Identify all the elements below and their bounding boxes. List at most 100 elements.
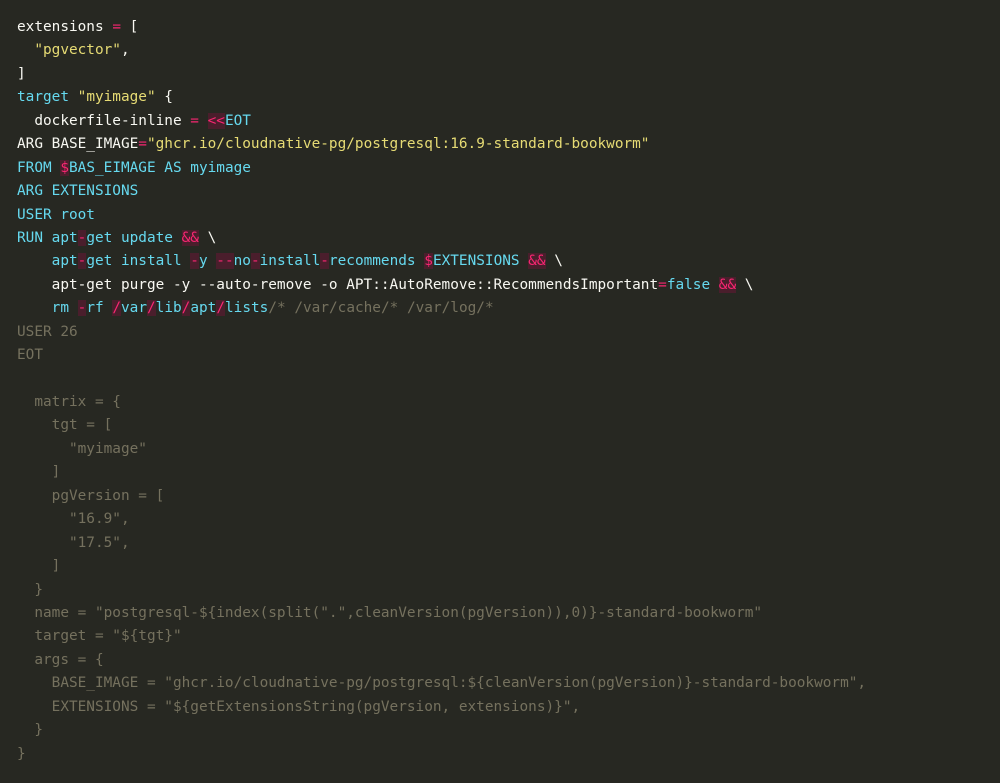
code-token: lists [225, 300, 269, 317]
code-token: rm [17, 300, 78, 317]
code-line: EOT [17, 344, 866, 367]
code-token: = [190, 112, 199, 129]
code-token: -- [216, 253, 234, 270]
code-token: FROM [17, 159, 61, 176]
code-token: RUN apt [17, 229, 78, 246]
code-token: && [181, 229, 199, 246]
code-token: } [17, 745, 26, 762]
code-token: { [155, 89, 173, 106]
code-token: << [207, 112, 225, 129]
code-token: ] [17, 464, 61, 481]
code-token: BAS_EIMAGE AS myimage [69, 159, 251, 176]
code-line: EXTENSIONS = "${getExtensionsString(pgVe… [17, 696, 866, 719]
code-token: rf [86, 300, 113, 317]
code-token: apt [190, 300, 217, 317]
code-token: y [198, 253, 217, 270]
code-token: "myimage" [77, 89, 156, 106]
code-token: \ [545, 253, 563, 270]
code-line: USER root [17, 204, 866, 227]
code-line: name = "postgresql-${index(split(".",cle… [17, 602, 866, 625]
code-line: ] [17, 63, 866, 86]
code-line: matrix = { [17, 391, 866, 414]
code-token: target = "${tgt}" [17, 628, 182, 645]
code-line: RUN apt-get update && \ [17, 227, 866, 250]
code-token: "pgvector" [34, 42, 121, 59]
code-token: - [190, 253, 199, 270]
code-token: = [658, 276, 667, 293]
code-line: } [17, 743, 866, 766]
code-token: - [250, 253, 260, 270]
code-line: tgt = [ [17, 414, 866, 437]
code-line: } [17, 719, 866, 742]
code-token: args = { [17, 651, 104, 668]
code-token: no [233, 253, 251, 270]
code-token: EXTENSIONS = "${getExtensionsString(pgVe… [17, 698, 581, 715]
code-line: FROM $BAS_EIMAGE AS myimage [17, 157, 866, 180]
code-line: pgVersion = [ [17, 485, 866, 508]
code-line: extensions = [ [17, 16, 866, 39]
code-line: BASE_IMAGE = "ghcr.io/cloudnative-pg/pos… [17, 672, 866, 695]
code-token: var [121, 300, 147, 317]
code-token: EOT [17, 347, 43, 364]
code-token: ] [17, 558, 61, 575]
code-token: lib [155, 300, 182, 317]
code-token: false [666, 276, 719, 293]
code-token: / [147, 300, 156, 317]
code-token: } [17, 722, 43, 739]
code-token: / [216, 300, 226, 317]
code-token: = [112, 19, 121, 35]
code-token: /* /var/cache/* /var/log/* [268, 300, 494, 317]
code-token: name = "postgresql-${index(split(".",cle… [17, 604, 763, 621]
code-token: tgt = [ [17, 417, 113, 434]
code-token: dockerfile-inline [17, 112, 191, 129]
code-token: && [718, 276, 737, 293]
code-token: pgVersion = [ [17, 487, 165, 504]
code-line: target = "${tgt}" [17, 625, 866, 648]
code-token: apt [17, 253, 78, 270]
code-line: ARG EXTENSIONS [17, 180, 866, 203]
code-token: EOT [224, 112, 251, 129]
code-line: ARG BASE_IMAGE="ghcr.io/cloudnative-pg/p… [17, 133, 866, 156]
code-line: USER 26 [17, 321, 866, 344]
code-token: && [528, 253, 546, 270]
code-token: \ [736, 276, 754, 293]
code-token: "17.5", [17, 534, 130, 551]
code-line: apt-get install -y --no-install-recommen… [17, 250, 866, 273]
code-token: ] [17, 65, 26, 82]
code-line: ] [17, 555, 866, 578]
code-token: USER root [17, 206, 95, 223]
code-line: args = { [17, 649, 866, 672]
code-line: } [17, 579, 866, 602]
code-token: BASE_IMAGE = "ghcr.io/cloudnative-pg/pos… [17, 675, 867, 692]
code-line: apt-get purge -y --auto-remove -o APT::A… [17, 274, 866, 297]
code-line: "myimage" [17, 438, 866, 461]
code-token: target [17, 89, 78, 106]
code-line: dockerfile-inline = <<EOT [17, 110, 866, 133]
code-token: install [259, 253, 321, 270]
code-token: / [112, 300, 121, 317]
code-token: "16.9", [17, 511, 130, 528]
code-token: } [17, 581, 43, 598]
code-block: extensions = [ "pgvector",] target "myima… [17, 16, 866, 766]
code-token: "ghcr.io/cloudnative-pg/postgresql:16.9-… [146, 136, 650, 153]
code-token: ARG BASE_IMAGE [17, 136, 139, 153]
code-token: matrix = { [17, 394, 121, 410]
code-token: $ [60, 159, 69, 176]
code-line: "16.9", [17, 508, 866, 531]
code-token: EXTENSIONS [432, 253, 529, 270]
code-token: apt-get purge -y --auto-remove -o APT::A… [17, 276, 659, 293]
code-line: rm -rf /var/lib/apt/lists/* /var/cache/*… [17, 297, 866, 320]
code-token: recommends [328, 253, 425, 270]
code-token: $ [424, 253, 433, 270]
code-token: "myimage" [17, 440, 147, 457]
code-token: get install [86, 253, 191, 270]
code-line: "17.5", [17, 532, 866, 555]
code-token: - [320, 253, 329, 270]
code-line: ] [17, 461, 866, 484]
code-token: USER 26 [17, 323, 78, 340]
code-token: , [120, 42, 130, 59]
code-line: "pgvector", [17, 39, 866, 62]
